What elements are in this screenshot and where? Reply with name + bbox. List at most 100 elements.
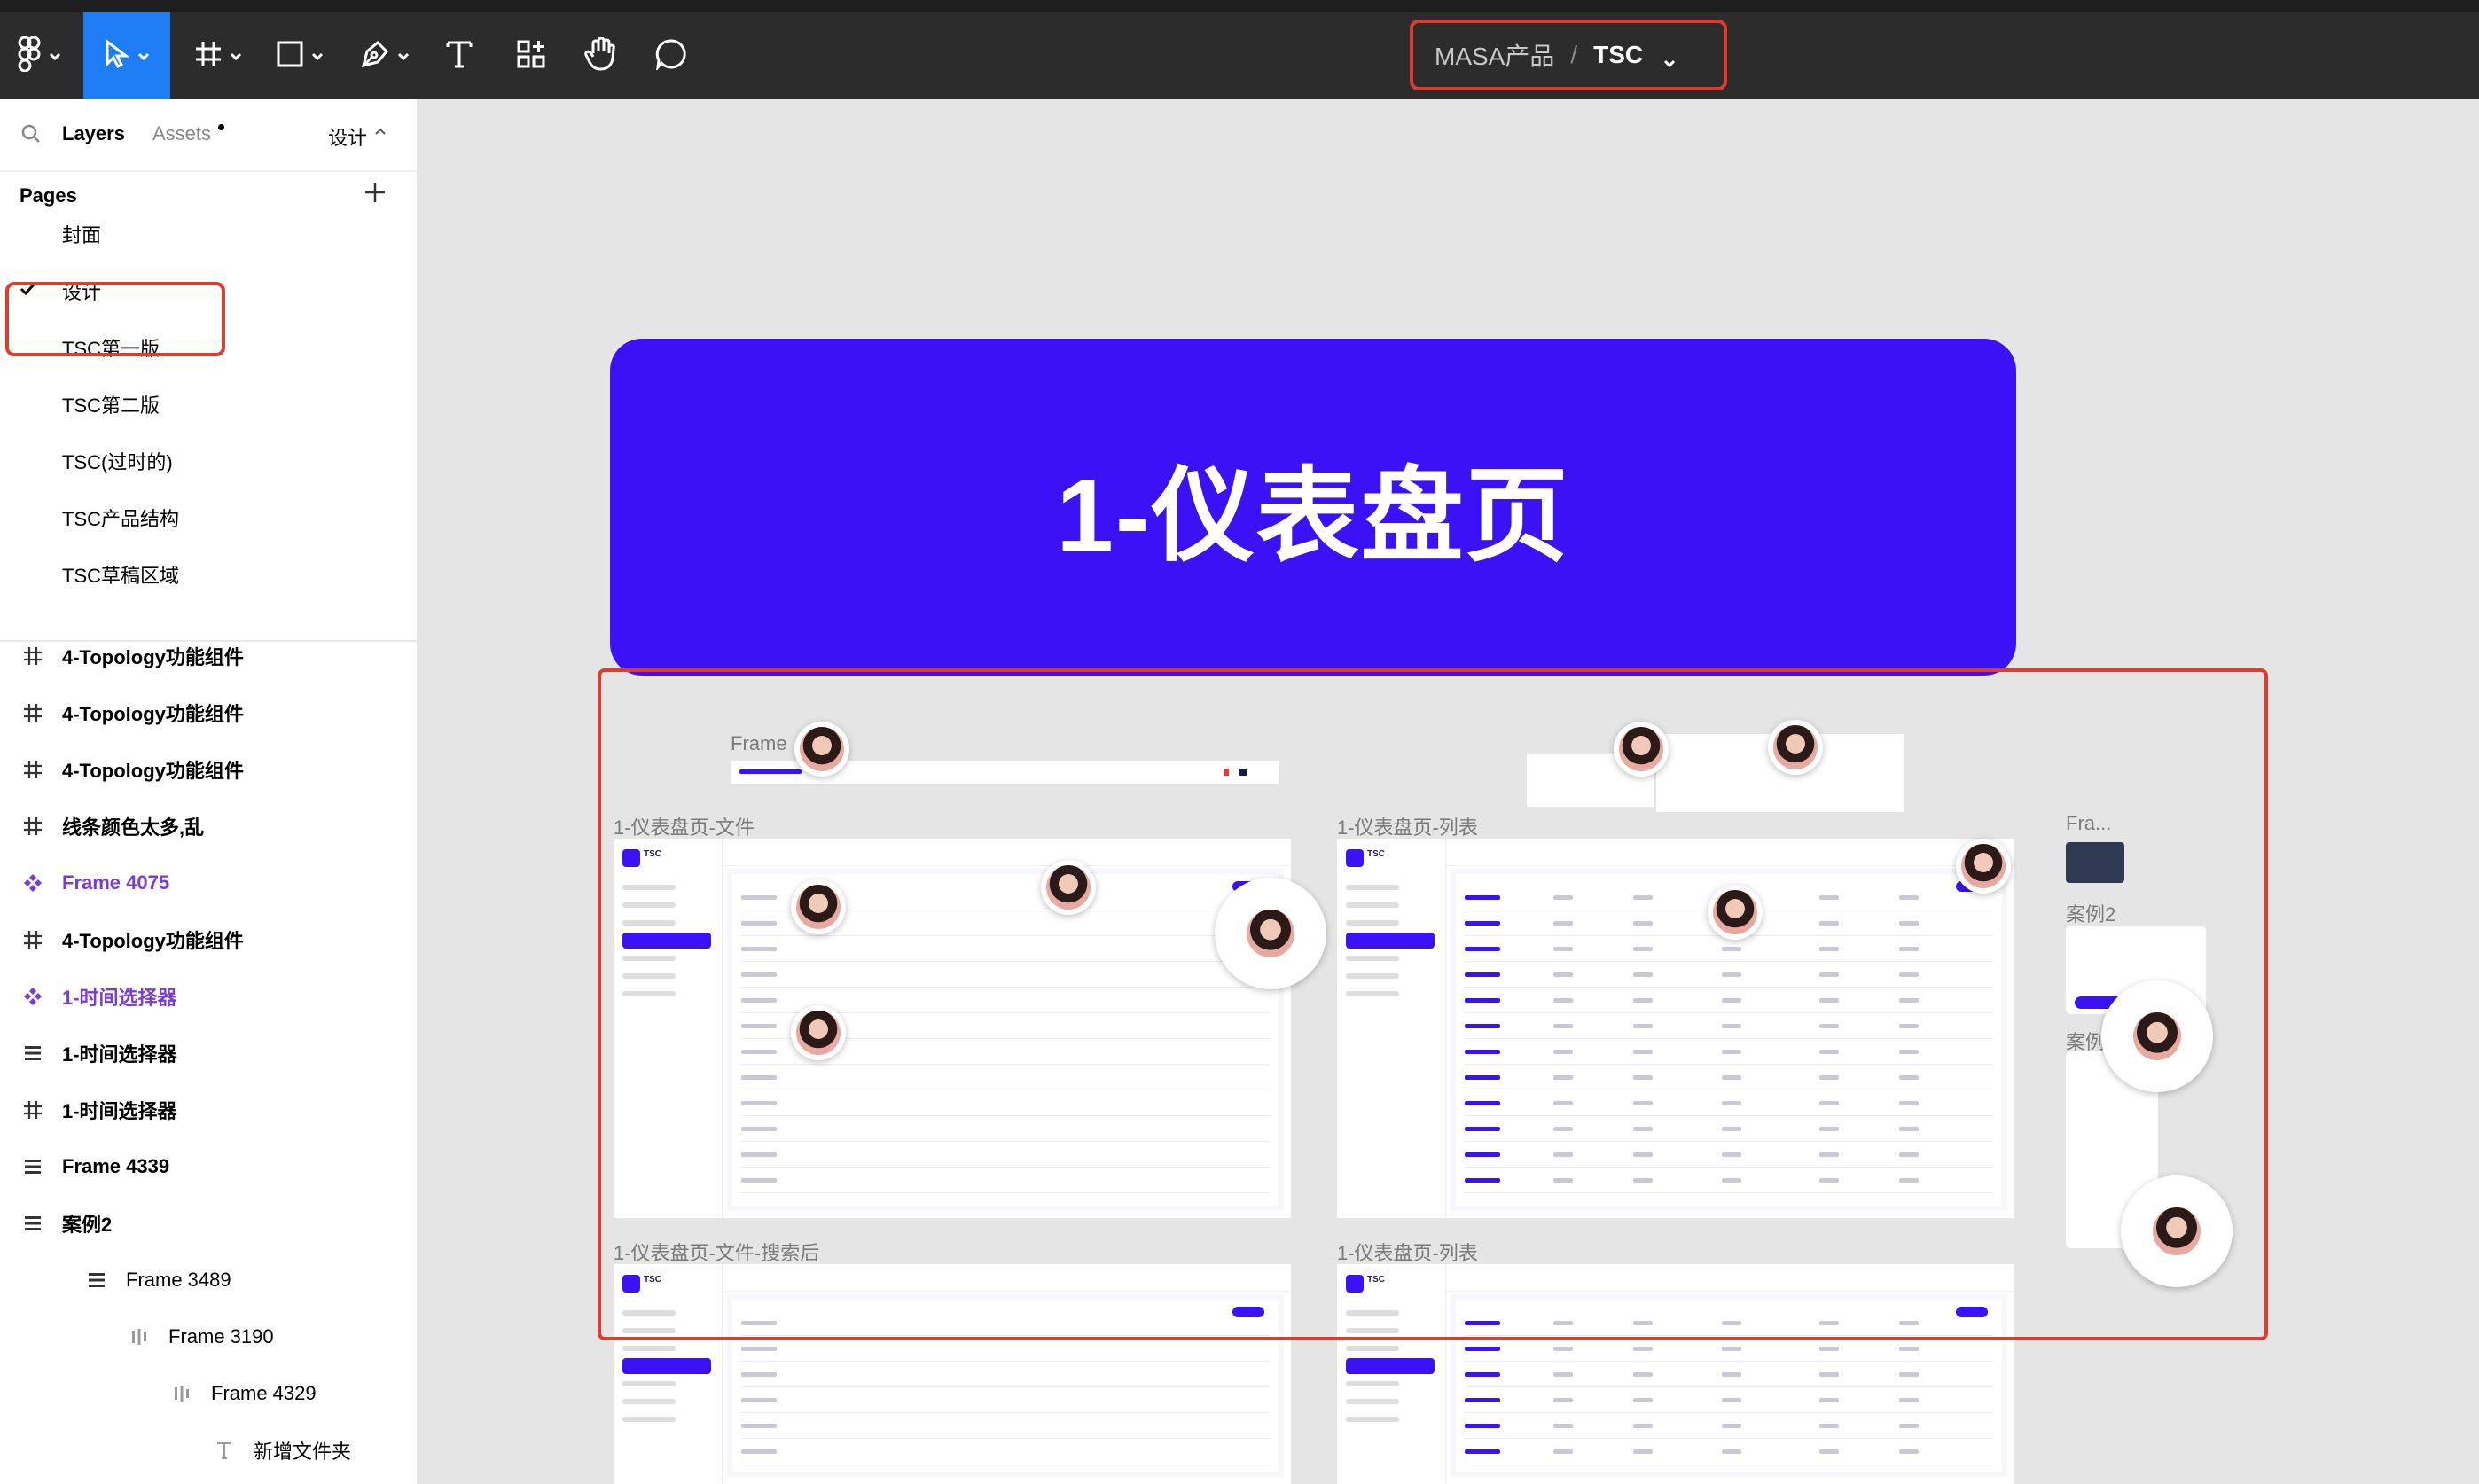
frame-icon (21, 928, 44, 951)
mock-cell (1819, 1424, 1839, 1428)
mock-cell (1819, 1347, 1839, 1351)
layer-label: 新增文件夹 (254, 1441, 352, 1463)
mock-nav-item (1346, 1346, 1399, 1351)
page-item-label: TSC第二版 (62, 394, 160, 417)
shape-tool-button[interactable] (266, 12, 333, 99)
project-name[interactable]: MASA产品 (1435, 37, 1554, 73)
rectangle-icon (276, 40, 304, 73)
layer-label: 4-Topology功能组件 (62, 646, 244, 668)
mock-cell (1722, 1449, 1741, 1454)
collaborator-avatar[interactable] (791, 1005, 846, 1060)
add-page-button[interactable] (362, 179, 388, 206)
collaborator-avatar[interactable] (1614, 722, 1669, 777)
mock-cell (741, 1449, 777, 1454)
file-name[interactable]: TSC (1593, 41, 1643, 69)
main-menu-button[interactable] (0, 12, 78, 99)
layer-row[interactable]: 4-Topology功能组件 (0, 741, 417, 798)
layer-row[interactable]: 案例2 (0, 1195, 417, 1252)
layer-row[interactable]: 4-Topology功能组件 (0, 628, 417, 684)
mock-cell (1633, 1372, 1653, 1377)
auto-layout-vertical-icon (21, 1042, 44, 1065)
mock-cell (741, 1424, 777, 1428)
pen-icon (360, 39, 390, 74)
collaborator-avatar-group[interactable] (1215, 878, 1326, 989)
layer-row[interactable]: Frame 4075 (0, 855, 417, 911)
collaborator-avatar[interactable] (1768, 720, 1823, 775)
mock-nav-item (622, 1399, 676, 1404)
page-item[interactable]: TSC产品结构 (0, 489, 417, 546)
comment-tool-button[interactable] (649, 12, 693, 99)
page-item[interactable]: TSC(过时的) (0, 433, 417, 489)
page-item-label: TSC(过时的) (62, 451, 173, 473)
frame-tool-button[interactable] (184, 12, 252, 99)
collaborator-avatar-group[interactable] (2101, 980, 2213, 1092)
collaborator-avatar[interactable] (1956, 839, 2011, 894)
move-tool-button[interactable] (83, 12, 170, 99)
resources-icon (516, 39, 546, 74)
pages-header: Pages (20, 184, 77, 207)
chevron-up-icon[interactable] (374, 126, 387, 143)
layer-row[interactable]: Frame 3190 (0, 1308, 417, 1365)
mock-nav-item (1346, 1399, 1399, 1404)
layer-row[interactable]: 1-时间选择器 (0, 1025, 417, 1082)
page-item-label: TSC产品结构 (62, 508, 180, 530)
text-icon (213, 1439, 236, 1462)
mock-cell (1819, 1398, 1839, 1402)
hand-tool-button[interactable] (578, 12, 622, 99)
page-switcher[interactable]: 设计 (328, 122, 367, 151)
text-tool-button[interactable] (438, 12, 481, 99)
assets-update-dot (218, 124, 224, 130)
layer-row[interactable]: 4-Topology功能组件 (0, 684, 417, 741)
auto-layout-horizontal-icon (128, 1325, 151, 1348)
file-breadcrumb[interactable]: MASA产品 / TSC (1410, 20, 1727, 90)
layer-row[interactable]: Frame 3489 (0, 1252, 417, 1308)
mock-cell (1633, 1398, 1653, 1402)
mock-cell (1553, 1424, 1573, 1428)
layer-row[interactable]: 1-时间选择器 (0, 1082, 417, 1138)
hand-icon (584, 35, 616, 75)
collaborator-avatar[interactable] (791, 879, 846, 934)
pen-tool-button[interactable] (351, 12, 418, 99)
mock-cell (1553, 1372, 1573, 1377)
layer-row[interactable]: 新增文件夹 (0, 1422, 417, 1479)
mock-nav-item (622, 1358, 711, 1374)
collaborator-avatar[interactable] (1708, 885, 1763, 940)
title-strip (0, 0, 2479, 12)
layer-label: Frame 4339 (62, 1155, 170, 1177)
page-item[interactable]: 封面 (0, 206, 417, 262)
layer-row[interactable]: Frame 4329 (0, 1365, 417, 1422)
mock-cell (1465, 1424, 1500, 1428)
collaborator-avatar-group[interactable] (2121, 1175, 2233, 1287)
tab-layers[interactable]: Layers (62, 122, 125, 145)
layer-label: 4-Topology功能组件 (62, 930, 244, 952)
mock-cell (1722, 1398, 1741, 1402)
figma-logo-icon (17, 35, 42, 76)
dashboard-banner[interactable]: 1-仪表盘页 (610, 339, 2016, 676)
layer-row[interactable]: 4-Topology功能组件 (0, 911, 417, 968)
mock-cell (1722, 1347, 1741, 1351)
panel-tabs: Layers Assets 设计 (0, 99, 417, 172)
chevron-down-icon (397, 50, 410, 62)
search-icon[interactable] (21, 124, 41, 148)
layer-label: 1-时间选择器 (62, 1043, 177, 1066)
resources-tool-button[interactable] (509, 12, 553, 99)
frame-icon (21, 758, 44, 781)
frame-icon (21, 1098, 44, 1121)
chevron-down-icon (49, 50, 61, 62)
layer-row[interactable]: 1-时间选择器 (0, 968, 417, 1025)
tab-assets[interactable]: Assets (152, 122, 211, 145)
collaborator-avatar[interactable] (794, 722, 849, 777)
layer-row[interactable]: Frame 4339 (0, 1138, 417, 1195)
mock-cell (1722, 1424, 1741, 1428)
page-item[interactable]: TSC草稿区域 (0, 546, 417, 603)
layer-label: 案例2 (62, 1214, 113, 1236)
breadcrumb-separator: / (1570, 41, 1578, 68)
layer-row[interactable]: 线条颜色太多,乱 (0, 798, 417, 855)
component-icon (21, 871, 44, 894)
mock-nav-item (1346, 1417, 1399, 1422)
comment-icon (655, 38, 687, 74)
collaborator-avatar[interactable] (1041, 860, 1096, 915)
layer-label: 4-Topology功能组件 (62, 703, 244, 725)
page-item[interactable]: TSC第二版 (0, 376, 417, 433)
mock-cell (741, 1372, 777, 1377)
